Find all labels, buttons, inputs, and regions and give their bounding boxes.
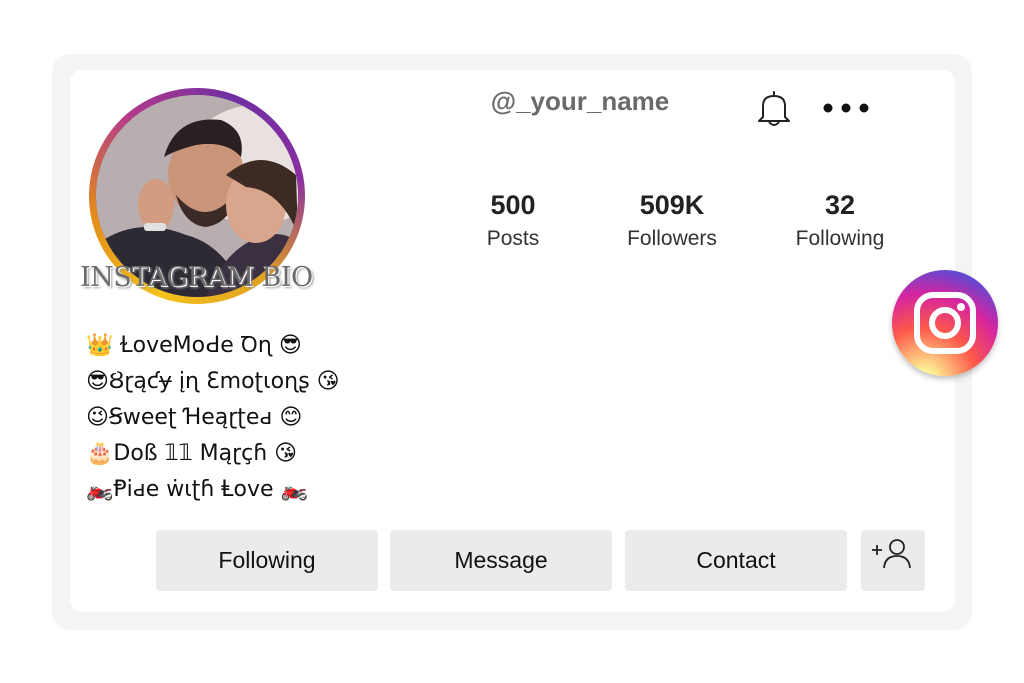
- bio-line: 🏍️Ᵽiԁe ẇɩʈɦ Ⱡove 🏍️: [86, 477, 308, 502]
- stat-posts-count: 500: [490, 190, 536, 220]
- bio-line: 😉Ꞩweeʈ Ɦeąɽʈeԁ 😊: [86, 405, 303, 430]
- stat-following[interactable]: 32 Following: [765, 190, 915, 251]
- avatar-caption: INSTAGRAM BIO: [80, 262, 313, 293]
- profile-username: @_your_name: [490, 86, 670, 116]
- stat-following-label: Following: [795, 227, 885, 250]
- message-button[interactable]: Message: [390, 530, 612, 591]
- bell-icon[interactable]: [754, 88, 794, 128]
- following-button[interactable]: Following: [156, 530, 378, 591]
- contact-button[interactable]: Contact: [625, 530, 847, 591]
- bio-line: 👑 ⱢoveMoԀe Ꝺɳ 😎: [86, 333, 302, 358]
- add-user-button[interactable]: [861, 530, 925, 591]
- stat-posts-label: Posts: [486, 227, 540, 250]
- stat-followers-label: Followers: [627, 227, 717, 250]
- stat-followers-count: 509K: [639, 190, 705, 220]
- stat-following-count: 32: [824, 190, 856, 220]
- stat-posts[interactable]: 500 Posts: [438, 190, 588, 251]
- bio-line: 😎Ȣɽąƈɏ įɳ Ɛmoʈɩoɳʂ 😘: [86, 369, 340, 394]
- more-icon[interactable]: [820, 97, 872, 119]
- stat-followers[interactable]: 509K Followers: [597, 190, 747, 251]
- instagram-icon: [892, 270, 998, 376]
- bio-line: 🎂Doß 𝟙𝟙 Mąɽçɦ 😘: [86, 441, 298, 466]
- add-user-icon: [872, 539, 911, 569]
- profile-bio: 👑 ⱢoveMoԀe Ꝺɳ 😎 😎Ȣɽąƈɏ įɳ Ɛmoʈɩoɳʂ 😘 😉Ꞩw…: [86, 328, 416, 508]
